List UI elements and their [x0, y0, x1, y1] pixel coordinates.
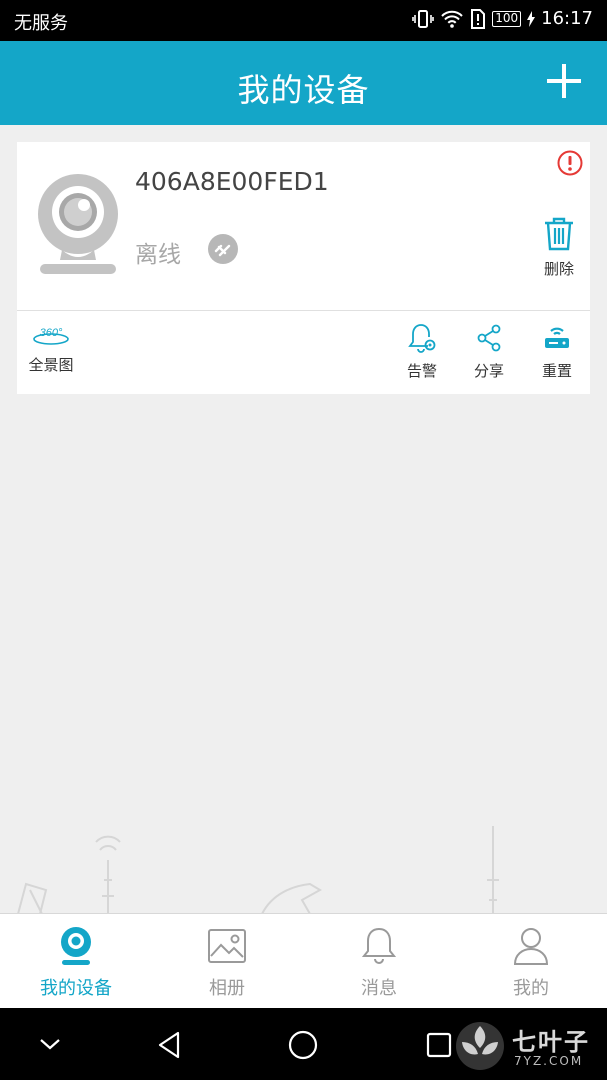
tab-label: 相册 [209, 978, 245, 999]
tab-label: 我的 [513, 978, 549, 999]
leaf-logo-icon [456, 1022, 504, 1070]
camera-avatar-icon [38, 174, 118, 274]
offline-link-icon [208, 234, 238, 264]
tab-my-devices[interactable]: 我的设备 [16, 926, 136, 1000]
delete-label: 删除 [543, 260, 574, 278]
device-card[interactable]: 406A8E00FED1 离线 删除 360° 全景图 告警 分享 重置 [17, 142, 590, 394]
home-icon[interactable] [288, 1030, 318, 1060]
panorama-button[interactable]: 360° 全景图 [23, 322, 79, 375]
vibrate-icon [412, 9, 435, 28]
tab-me[interactable]: 我的 [471, 926, 591, 1000]
back-icon[interactable] [156, 1030, 182, 1060]
clock: 16:17 [541, 8, 593, 29]
carrier-text: 无服务 [14, 13, 68, 34]
recents-icon[interactable] [426, 1032, 452, 1058]
tab-label: 我的设备 [40, 978, 112, 999]
charging-icon [527, 10, 536, 27]
battery-level: 100 [495, 11, 519, 25]
router-reset-icon [545, 327, 569, 348]
tab-messages[interactable]: 消息 [319, 926, 439, 1000]
tab-album[interactable]: 相册 [167, 926, 287, 1000]
page-title: 我的设备 [237, 71, 370, 109]
skyline-decoration [17, 826, 499, 914]
watermark: 七叶子 7YZ.COM [452, 1016, 602, 1076]
app-bar: 我的设备 [0, 41, 607, 125]
camera-icon [61, 927, 91, 965]
share-label: 分享 [473, 362, 504, 380]
alarm-settings-icon [408, 324, 436, 353]
sim-alert-icon [471, 8, 486, 29]
system-nav-bar: 七叶子 7YZ.COM [0, 1008, 607, 1080]
tab-label: 消息 [361, 978, 397, 999]
panorama-badge: 360° [40, 327, 63, 339]
status-icons: 100 16:17 [412, 8, 593, 29]
user-icon [513, 928, 549, 965]
watermark-url: 7YZ.COM [514, 1054, 584, 1068]
trash-icon [545, 217, 573, 251]
watermark-name: 七叶子 [512, 1028, 590, 1056]
wifi-icon [441, 10, 463, 28]
delete-button[interactable]: 删除 [529, 216, 589, 279]
warning-icon[interactable] [557, 150, 583, 176]
status-bar: 无服务 100 16:17 [0, 0, 607, 41]
panorama-label: 全景图 [28, 356, 74, 374]
alarm-label: 告警 [406, 362, 437, 380]
alarm-button[interactable]: 告警 [397, 322, 447, 381]
battery-indicator: 100 [492, 10, 522, 27]
share-icon [477, 324, 501, 352]
reset-label: 重置 [541, 362, 572, 380]
device-status: 离线 [135, 242, 181, 268]
device-card-header: 406A8E00FED1 离线 删除 [17, 142, 590, 311]
panorama-360-icon: 360° [33, 327, 69, 345]
bottom-tab-bar: 我的设备 相册 消息 我的 [0, 913, 607, 1008]
reset-button[interactable]: 重置 [532, 322, 582, 381]
bell-icon [361, 927, 397, 964]
add-device-button[interactable] [547, 64, 581, 98]
chevron-down-icon[interactable] [38, 1036, 62, 1052]
share-button[interactable]: 分享 [464, 322, 514, 381]
photo-album-icon [208, 929, 246, 963]
device-id: 406A8E00FED1 [135, 167, 329, 196]
